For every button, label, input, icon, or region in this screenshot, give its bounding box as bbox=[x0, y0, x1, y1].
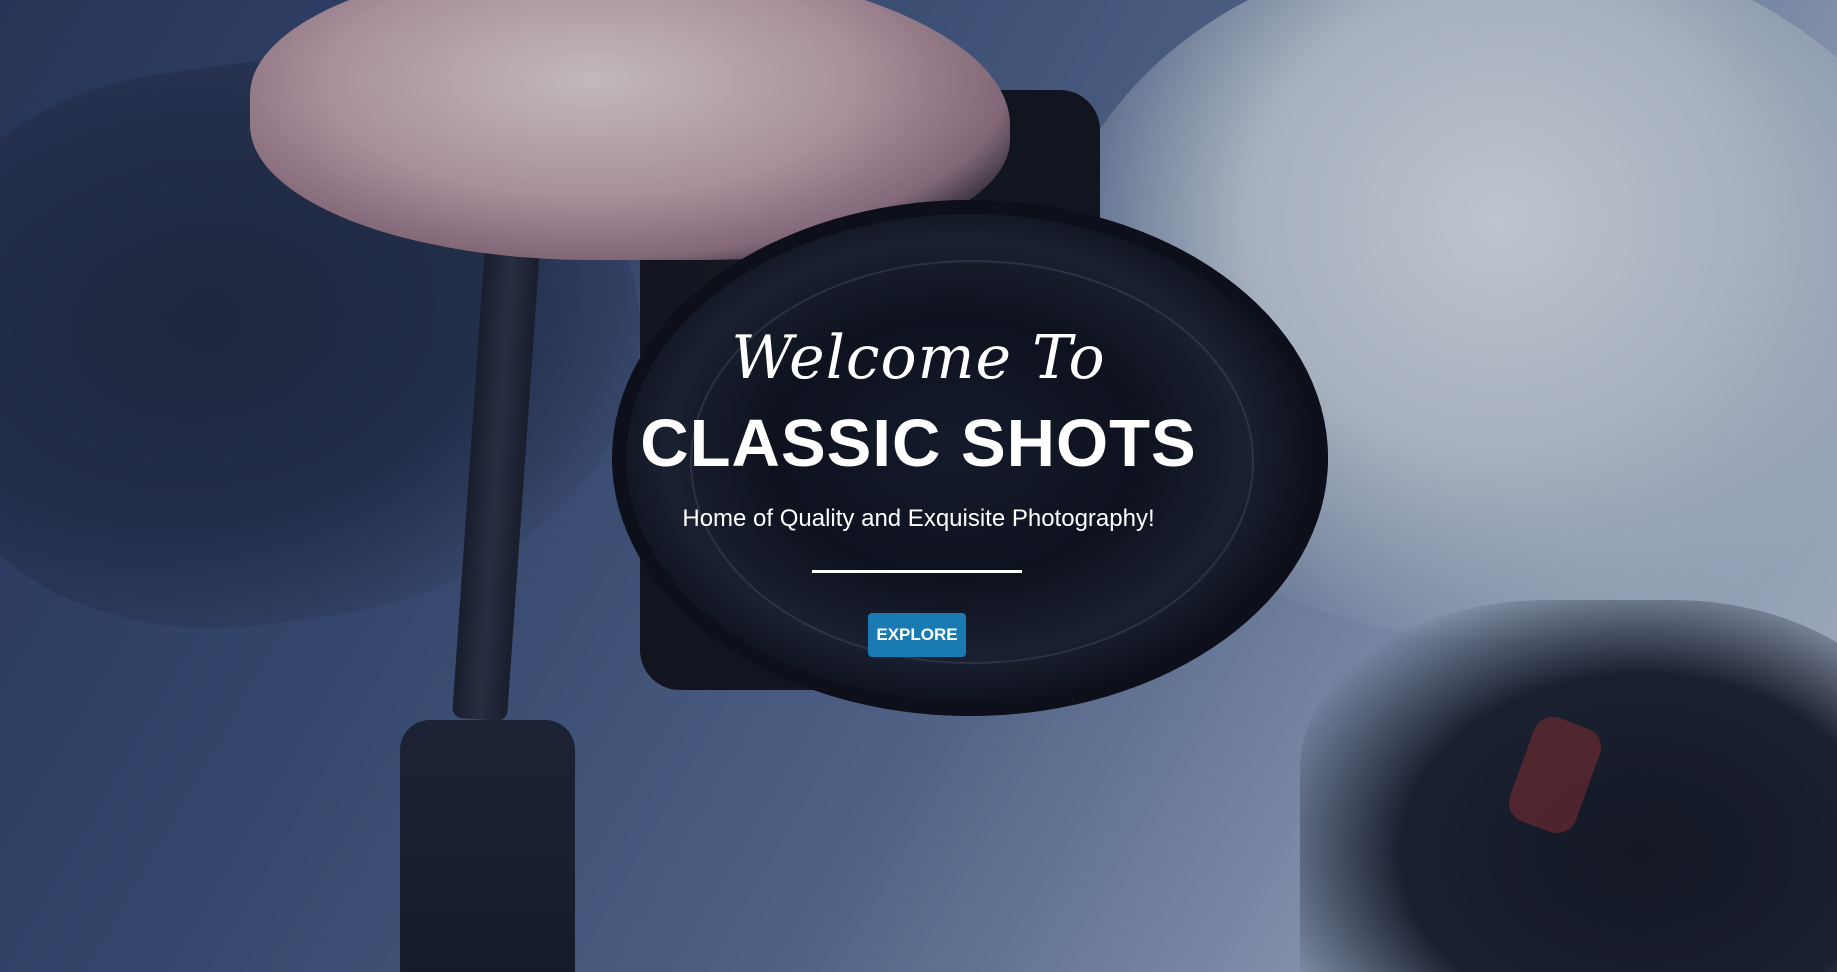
tagline: Home of Quality and Exquisite Photograph… bbox=[682, 505, 1155, 532]
background-overlay bbox=[0, 0, 1837, 972]
divider-line bbox=[812, 570, 1022, 573]
welcome-text: Welcome To bbox=[731, 323, 1106, 393]
hero-section: Welcome To CLASSIC SHOTS Home of Quality… bbox=[0, 0, 1837, 972]
site-title: CLASSIC SHOTS bbox=[640, 406, 1197, 481]
explore-button[interactable]: EXPLORE bbox=[868, 613, 966, 657]
